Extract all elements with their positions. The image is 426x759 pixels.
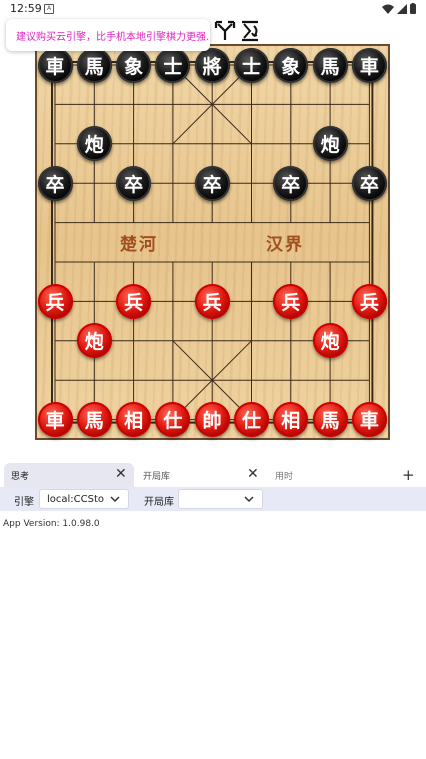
tab-opening-book[interactable]: 开局库 ✕ (136, 463, 266, 487)
board-grid (51, 61, 374, 424)
tab-thinking-label: 思考 (11, 472, 30, 482)
red-piece[interactable]: 炮 (312, 323, 348, 359)
status-icons (382, 3, 416, 14)
red-piece[interactable]: 兵 (37, 283, 73, 319)
status-bar: 12:59 A (0, 0, 426, 18)
black-piece[interactable]: 炮 (76, 126, 112, 162)
river-label-left: 楚河 (120, 235, 158, 255)
red-piece[interactable]: 兵 (351, 283, 387, 319)
black-piece[interactable]: 卒 (116, 165, 152, 201)
red-piece[interactable]: 馬 (76, 402, 112, 438)
black-piece[interactable]: 馬 (312, 47, 348, 83)
black-piece[interactable]: 士 (155, 47, 191, 83)
panel-tabs: 思考 ✕ 开局库 ✕ 用时 (0, 463, 426, 487)
red-piece[interactable]: 炮 (76, 323, 112, 359)
status-time: 12:59 (10, 2, 42, 15)
close-icon[interactable]: ✕ (115, 466, 127, 482)
red-piece[interactable]: 帥 (194, 402, 230, 438)
black-piece[interactable]: 車 (37, 47, 73, 83)
black-piece[interactable]: 馬 (76, 47, 112, 83)
black-piece[interactable]: 將 (194, 47, 230, 83)
red-piece[interactable]: 兵 (116, 283, 152, 319)
notification-icon: A (44, 4, 54, 14)
signal-icon (397, 3, 407, 14)
red-piece[interactable]: 兵 (194, 283, 230, 319)
close-icon[interactable]: ✕ (247, 466, 259, 482)
red-piece[interactable]: 車 (351, 402, 387, 438)
black-piece[interactable]: 車 (351, 47, 387, 83)
tab-thinking[interactable]: 思考 ✕ (4, 463, 134, 487)
battery-icon (410, 3, 416, 14)
add-tab-icon[interactable]: + (402, 466, 415, 484)
black-piece[interactable]: 卒 (37, 165, 73, 201)
engine-select-value: local:CCSto (47, 494, 105, 505)
tab-opening-book-label: 开局库 (143, 472, 171, 482)
engine-toolbar: 引擎 local:CCSto 开局库 (0, 487, 426, 511)
engine-label: 引擎 (14, 497, 34, 508)
red-piece[interactable]: 馬 (312, 402, 348, 438)
engine-select[interactable]: local:CCSto (39, 489, 129, 509)
opening-book-select[interactable] (178, 489, 263, 509)
red-piece[interactable]: 仕 (234, 402, 269, 438)
tab-time-label: 用时 (275, 472, 294, 482)
flip-arrows-icon[interactable] (214, 20, 236, 42)
chevron-down-icon (244, 496, 254, 503)
toast-message: 建议购买云引擎，比手机本地引擎棋力更强. (6, 19, 210, 51)
wifi-icon (382, 4, 394, 14)
black-piece[interactable]: 炮 (312, 126, 348, 162)
black-piece[interactable]: 卒 (194, 165, 230, 201)
black-piece[interactable]: 象 (116, 47, 152, 83)
app-version: App Version: 1.0.98.0 (3, 519, 100, 529)
toast-text: 建议购买云引擎，比手机本地引擎棋力更强. (16, 32, 210, 43)
red-piece[interactable]: 相 (116, 402, 152, 438)
tab-time[interactable]: 用时 (268, 463, 398, 487)
river-label-right: 汉界 (266, 235, 304, 255)
black-piece[interactable]: 卒 (351, 165, 387, 201)
opening-book-label: 开局库 (144, 497, 174, 508)
black-piece[interactable]: 象 (273, 47, 309, 83)
red-piece[interactable]: 車 (37, 402, 73, 438)
chevron-down-icon (110, 496, 120, 503)
black-piece[interactable]: 卒 (273, 165, 309, 201)
black-piece[interactable]: 士 (234, 47, 269, 83)
chess-board[interactable] (35, 44, 390, 440)
swap-sides-icon[interactable] (239, 20, 261, 42)
red-piece[interactable]: 兵 (273, 283, 309, 319)
